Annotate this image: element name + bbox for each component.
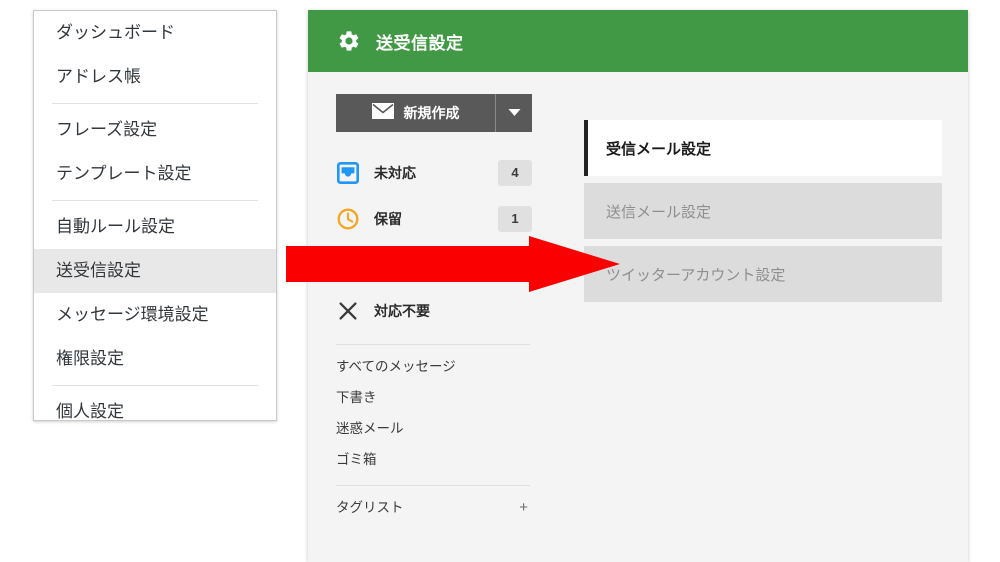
clock-icon [336,207,360,231]
sidebar-item-dashboard[interactable]: ダッシュボード [34,11,276,55]
sidebar-item-personal-settings[interactable]: 個人設定 [34,390,276,434]
message-nav-panel: 新規作成 未対応 4 保留 1 対応完了 対応不要 すべてのメッセージ 下書き … [308,72,558,562]
sidebar-item-send-receive-settings[interactable]: 送受信設定 [34,249,276,293]
folder-label: 下書き [336,390,377,405]
sidebar-item-address-book[interactable]: アドレス帳 [34,55,276,99]
sidebar-item-label: 送受信設定 [56,261,141,280]
tab-label: 受信メール設定 [606,140,712,158]
menu-divider [52,103,258,104]
menu-divider [52,200,258,201]
sidebar-item-label: テンプレート設定 [56,164,192,183]
sidebar-item-template-settings[interactable]: テンプレート設定 [34,152,276,196]
sidebar-item-label: ダッシュボード [56,23,175,42]
sidebar-item-auto-rule-settings[interactable]: 自動ルール設定 [34,205,276,249]
status-label: 対応不要 [374,303,430,319]
status-row-pending[interactable]: 保留 1 [308,196,558,242]
compose-button-group: 新規作成 [336,94,532,132]
envelope-icon [371,102,394,124]
folder-label: ゴミ箱 [336,452,377,467]
app-header: 送受信設定 [308,10,968,72]
settings-menu-group: ダッシュボード アドレス帳 [34,11,276,99]
folder-item-spam[interactable]: 迷惑メール [308,413,558,444]
folder-item-drafts[interactable]: 下書き [308,382,558,413]
sidebar-item-label: 権限設定 [56,349,124,368]
tag-list-section[interactable]: タグリスト + [308,492,558,523]
sidebar-item-phrase-settings[interactable]: フレーズ設定 [34,108,276,152]
page-title: 送受信設定 [376,33,464,53]
settings-menu-group: 自動ルール設定 送受信設定 メッセージ環境設定 権限設定 [34,205,276,381]
tab-label: 送信メール設定 [606,203,712,221]
settings-menu-group: フレーズ設定 テンプレート設定 [34,108,276,196]
status-badge: 4 [498,160,532,186]
folder-label: すべてのメッセージ [336,359,456,374]
nav-divider [336,485,530,486]
inbox-icon [336,161,360,185]
plus-icon[interactable]: + [519,492,528,523]
tag-list-label: タグリスト [336,500,404,515]
close-x-icon [336,299,360,323]
sidebar-item-label: フレーズ設定 [56,120,158,139]
tab-twitter-account-settings[interactable]: ツイッターアカウント設定 [584,246,942,302]
check-icon [336,253,360,277]
status-label: 保留 [374,211,402,227]
tab-label: ツイッターアカウント設定 [606,266,786,284]
sidebar-item-message-environment-settings[interactable]: メッセージ環境設定 [34,293,276,337]
status-row-completed[interactable]: 対応完了 [308,242,558,288]
compose-new-message-button[interactable]: 新規作成 [336,94,496,132]
chevron-down-icon [508,104,521,122]
status-label: 未対応 [374,165,416,181]
sidebar-item-label: 自動ルール設定 [56,217,175,236]
status-badge: 1 [498,206,532,232]
settings-menu-card: ダッシュボード アドレス帳 フレーズ設定 テンプレート設定 自動ルール設定 送受… [33,10,277,421]
settings-menu-group: 個人設定 [34,390,276,434]
folder-item-all-messages[interactable]: すべてのメッセージ [308,351,558,382]
status-row-unhandled[interactable]: 未対応 4 [308,150,558,196]
status-filter-list: 未対応 4 保留 1 対応完了 対応不要 [308,150,558,334]
sidebar-item-permission-settings[interactable]: 権限設定 [34,337,276,381]
compose-dropdown-button[interactable] [496,94,532,132]
sidebar-item-label: メッセージ環境設定 [56,305,209,324]
folder-label: 迷惑メール [336,421,404,436]
folder-list: すべてのメッセージ 下書き 迷惑メール ゴミ箱 [308,351,558,475]
gear-icon [336,28,362,54]
settings-tab-list: 受信メール設定 送信メール設定 ツイッターアカウント設定 [558,72,968,562]
status-label: 対応完了 [374,257,430,273]
tab-outgoing-mail-settings[interactable]: 送信メール設定 [584,183,942,239]
sidebar-item-label: 個人設定 [56,402,124,421]
app-body: 新規作成 未対応 4 保留 1 対応完了 対応不要 すべてのメッセージ 下書き … [308,72,968,562]
status-row-no-action-needed[interactable]: 対応不要 [308,288,558,334]
sidebar-item-label: アドレス帳 [56,67,141,86]
tab-incoming-mail-settings[interactable]: 受信メール設定 [584,120,942,176]
mail-settings-window: 送受信設定 新規作成 未対応 4 保留 1 対応完了 対応不要 すべてのメッセー… [308,10,968,562]
compose-button-label: 新規作成 [403,105,460,121]
menu-divider [52,385,258,386]
nav-divider [336,344,530,345]
folder-item-trash[interactable]: ゴミ箱 [308,444,558,475]
